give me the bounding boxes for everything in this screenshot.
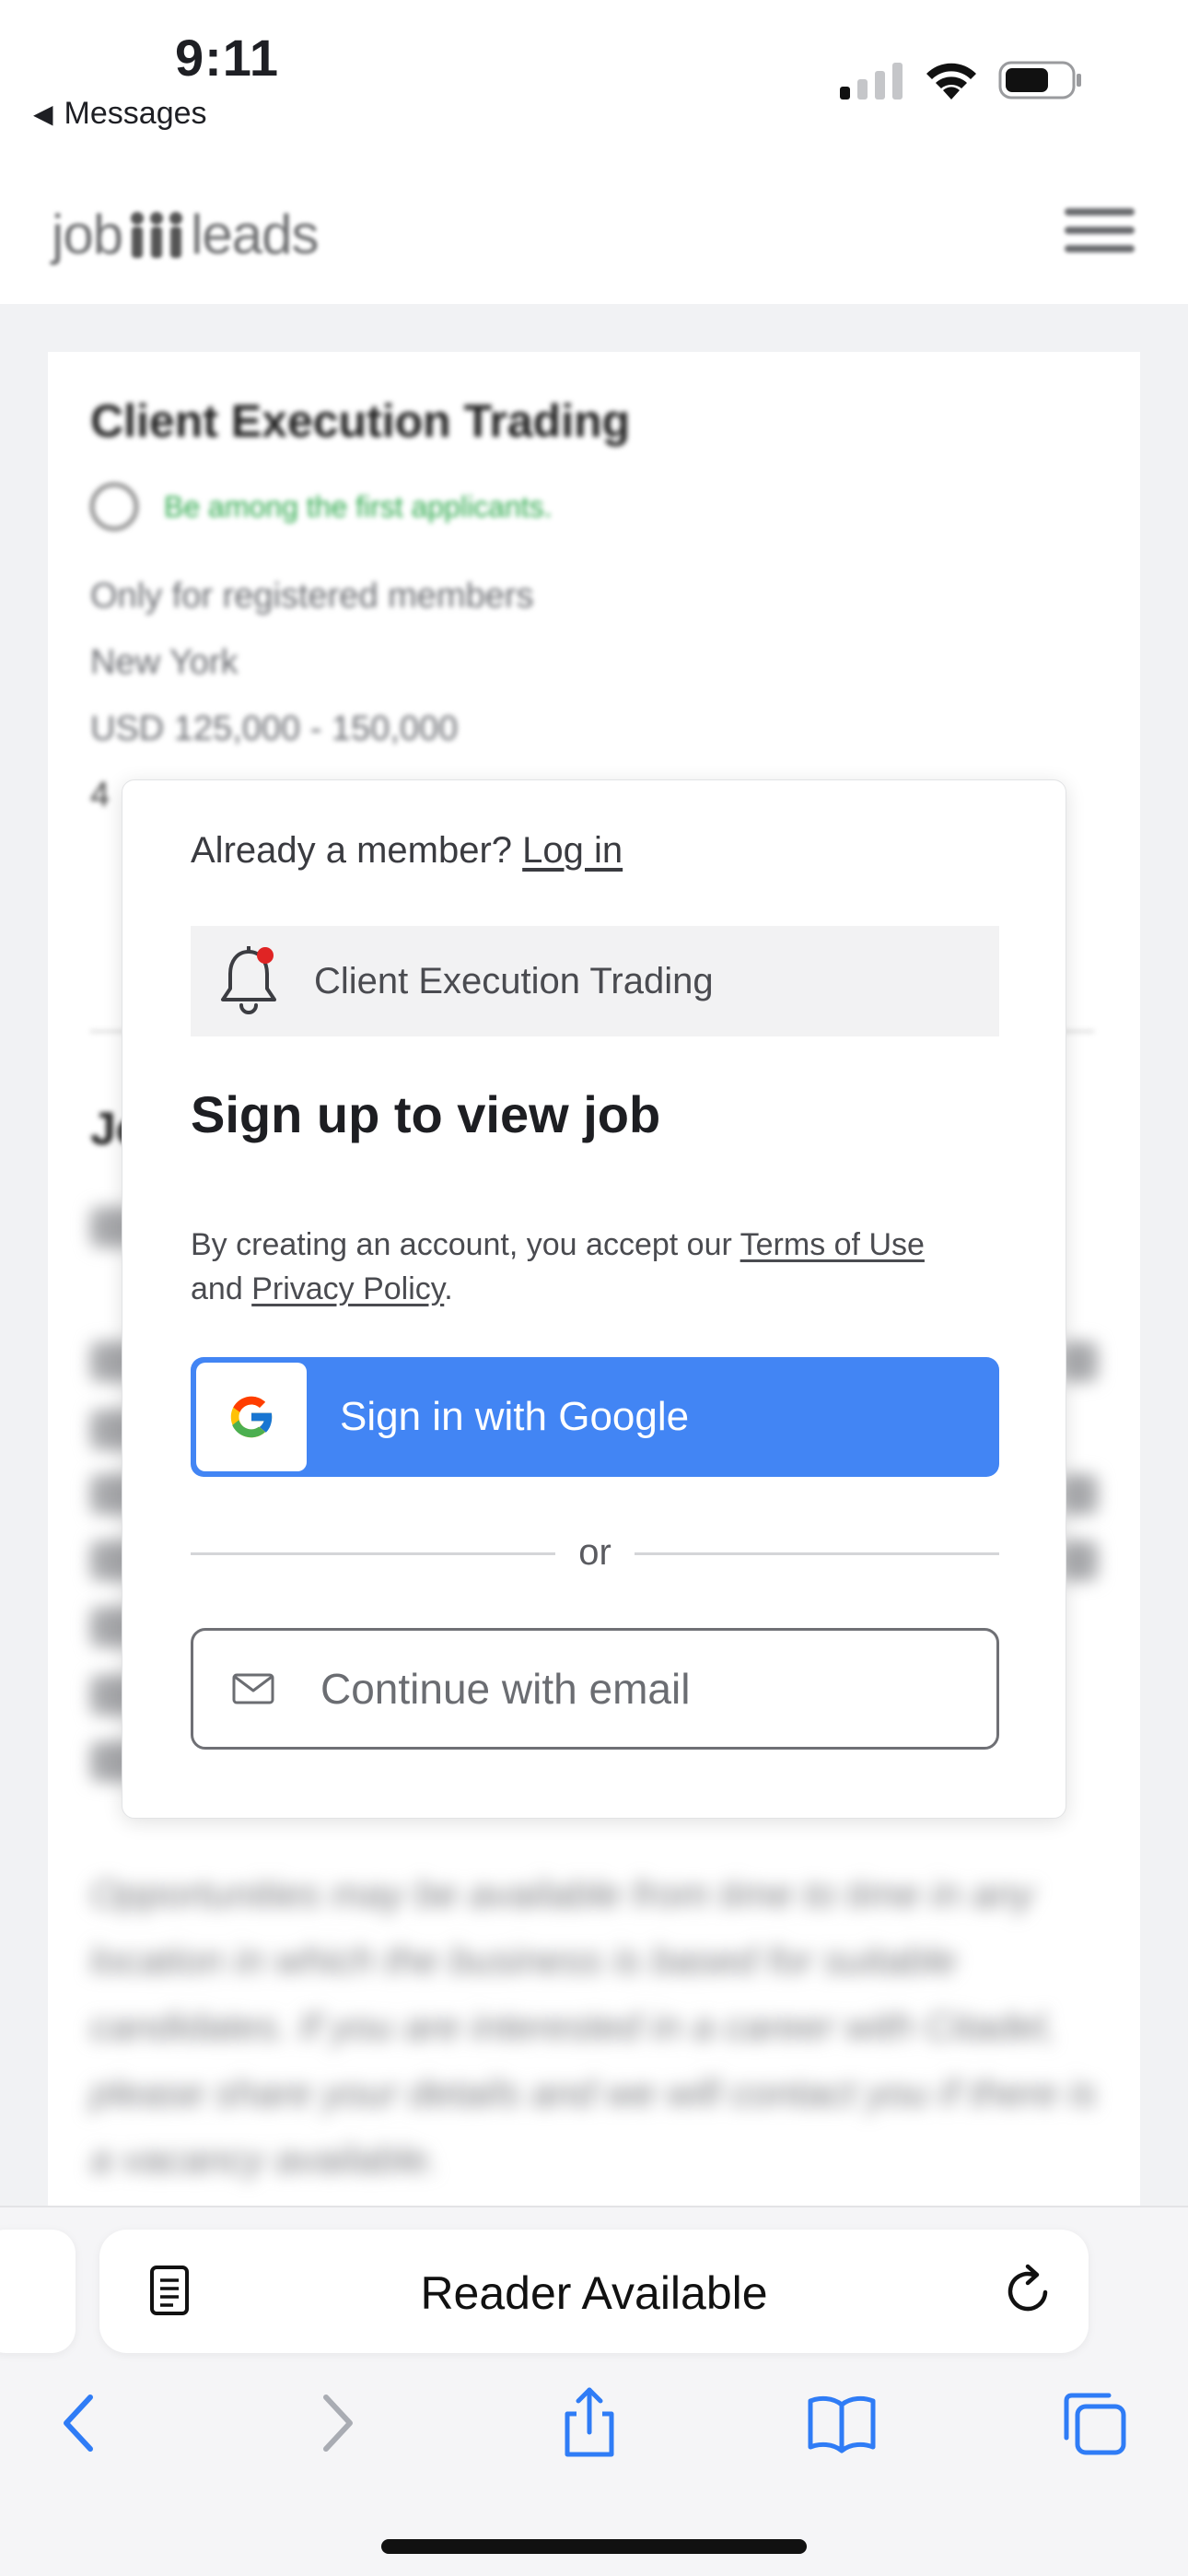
terms-period: . (444, 1271, 453, 1306)
previous-tab-preview[interactable] (0, 2230, 76, 2353)
or-separator: or (191, 1527, 999, 1582)
blurred-text-line (1061, 1474, 1098, 1515)
people-logo-icon (131, 211, 183, 258)
forward-chevron-icon[interactable] (300, 2386, 374, 2460)
reader-available-label: Reader Available (420, 2267, 768, 2319)
job-alert-pill: Client Execution Trading (191, 926, 999, 1036)
blurred-text-line (1061, 1341, 1098, 1382)
menu-hamburger-icon[interactable] (1065, 208, 1135, 258)
job-alert-title: Client Execution Trading (314, 960, 714, 1001)
background-job-title: Client Execution Trading (90, 395, 631, 447)
bookmarks-icon[interactable] (805, 2386, 879, 2460)
already-member-text: Already a member? (191, 830, 513, 871)
logo-text-leads: leads (191, 204, 319, 265)
jobleads-logo[interactable]: job leads (52, 203, 320, 266)
back-triangle-icon: ◀ (33, 100, 53, 128)
sign-in-with-google-button[interactable]: Sign in with Google (191, 1357, 999, 1477)
email-button-label: Continue with email (320, 1665, 691, 1713)
battery-icon (998, 61, 1081, 100)
wifi-icon (926, 63, 976, 100)
tabs-icon[interactable] (1057, 2386, 1131, 2460)
terms-prefix: By creating an account, you accept our (191, 1227, 732, 1262)
reload-icon[interactable] (1002, 2263, 1055, 2318)
already-member-line: Already a member? Log in (191, 830, 623, 872)
share-icon[interactable] (553, 2386, 626, 2460)
google-g-icon (230, 1396, 274, 1438)
logo-text-job: job (52, 204, 123, 265)
envelope-icon (232, 1673, 274, 1704)
job-extra-fragment: 4 (90, 776, 111, 814)
bell-notification-icon (221, 946, 276, 1014)
terms-of-use-link[interactable]: Terms of Use (740, 1227, 925, 1262)
status-bar: 9:11 ◀ Messages (0, 0, 1188, 147)
separator-line-right (635, 1552, 999, 1555)
fresh-applicants-note: Be among the first applicants. (90, 483, 553, 531)
terms-and: and (191, 1271, 243, 1306)
signup-modal: Already a member? Log in Client Executio… (122, 779, 1066, 1819)
terms-notice: By creating an account, you accept our T… (191, 1223, 1001, 1311)
back-app-label: Messages (64, 96, 207, 131)
signal-icon (840, 63, 903, 100)
modal-heading: Sign up to view job (191, 1085, 661, 1143)
privacy-policy-link[interactable]: Privacy Policy (251, 1271, 444, 1306)
login-link[interactable]: Log in (522, 830, 623, 871)
fresh-applicants-text: Be among the first applicants. (164, 489, 553, 523)
site-header: job leads (0, 147, 1188, 304)
notification-dot (257, 947, 274, 964)
membership-note: Only for registered members (90, 577, 534, 615)
blurred-text-line (1061, 1540, 1098, 1581)
back-chevron-icon[interactable] (42, 2386, 116, 2460)
continue-with-email-button[interactable]: Continue with email (191, 1628, 999, 1750)
job-location: New York (90, 643, 239, 682)
alarm-clock-icon (90, 483, 138, 531)
job-salary: USD 125,000 - 150,000 (90, 709, 459, 748)
home-indicator (381, 2539, 807, 2554)
address-bar[interactable]: Reader Available (99, 2230, 1089, 2353)
google-button-label: Sign in with Google (340, 1394, 690, 1439)
back-to-messages-button[interactable]: ◀ Messages (33, 96, 207, 132)
blurred-opportunities-paragraph: Opportunities may be available from time… (90, 1872, 1097, 2181)
google-logo-box (196, 1363, 307, 1471)
status-time: 9:11 (175, 29, 279, 87)
